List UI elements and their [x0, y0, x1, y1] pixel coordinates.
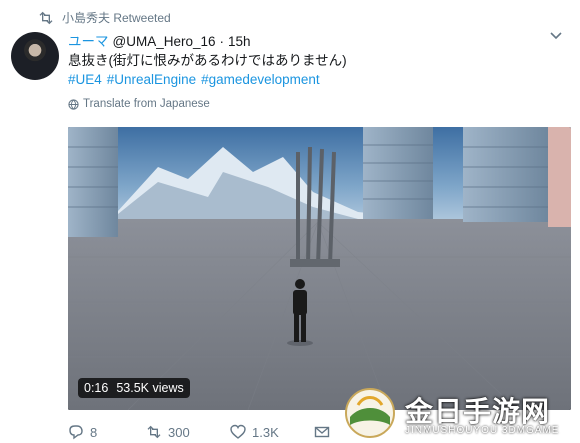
reply-count: 8 — [90, 424, 98, 440]
tweet-text: 息抜き(街灯に恨みがあるわけではありません) — [68, 53, 347, 68]
retweet-context: 小島秀夫 Retweeted — [38, 9, 171, 26]
like-count: 1.3K — [252, 424, 279, 440]
display-name[interactable]: ユーマ — [68, 30, 109, 50]
retweeted-by-label[interactable]: 小島秀夫 Retweeted — [62, 9, 171, 26]
retweet-icon — [147, 425, 161, 439]
direct-message-button[interactable] — [314, 424, 330, 440]
tweet-timestamp[interactable]: 15h — [228, 34, 251, 49]
watermark-subtitle: JINMUSHOUYOU 3DMGAME — [405, 425, 560, 436]
reply-icon — [69, 425, 83, 440]
tweet-header: ユーマ @UMA_Hero_16 · 15h — [68, 30, 251, 50]
video-views: 53.5K views — [116, 381, 184, 395]
hashtag-unrealengine[interactable]: #UnrealEngine — [107, 72, 196, 87]
retweet-icon — [39, 11, 53, 24]
retweet-button[interactable]: 300 — [146, 424, 230, 440]
video-stats-badge: 0:16 53.5K views — [78, 378, 190, 398]
video-duration: 0:16 — [84, 381, 109, 395]
separator-dot: · — [219, 34, 225, 49]
avatar[interactable] — [11, 32, 59, 80]
tweet-actions: 8 300 1.3K — [68, 424, 330, 440]
heart-icon — [230, 424, 246, 439]
reply-button[interactable]: 8 — [68, 424, 146, 440]
envelope-icon — [314, 426, 330, 438]
hashtag-list: #UE4 #UnrealEngine #gamedevelopment — [68, 72, 320, 87]
like-button[interactable]: 1.3K — [230, 424, 314, 440]
retweet-count: 300 — [168, 424, 190, 440]
translate-label: Translate from Japanese — [83, 98, 210, 110]
user-handle[interactable]: @UMA_Hero_16 — [113, 34, 216, 49]
chevron-down-icon[interactable] — [550, 32, 562, 40]
video-frame — [68, 127, 571, 410]
globe-icon — [68, 98, 79, 110]
translate-link[interactable]: Translate from Japanese — [68, 98, 210, 110]
hashtag-gamedevelopment[interactable]: #gamedevelopment — [201, 72, 320, 87]
hashtag-ue4[interactable]: #UE4 — [68, 72, 102, 87]
watermark-title: 金日手游网 — [405, 395, 551, 428]
video-player[interactable] — [68, 127, 571, 410]
